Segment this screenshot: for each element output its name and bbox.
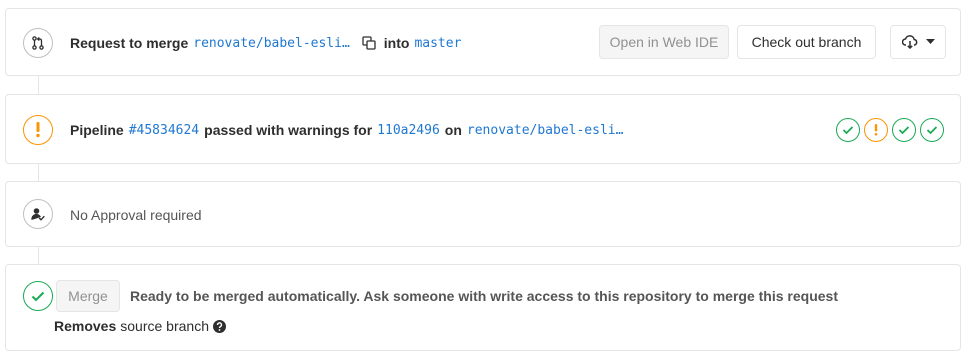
pipeline-card: Pipeline #45834624 passed with warnings … <box>5 94 961 164</box>
pipeline-stages <box>832 118 944 142</box>
on-label: on <box>444 122 462 138</box>
merge-request-prefix: Request to merge <box>70 35 189 51</box>
pipeline-status-text: passed with warnings for <box>204 122 373 138</box>
copy-branch-icon[interactable] <box>362 36 376 50</box>
stage-success-icon[interactable] <box>836 118 860 142</box>
commit-sha-link[interactable]: 110a2496 <box>377 123 440 138</box>
success-status-icon <box>23 281 53 311</box>
removes-label: Removes <box>54 318 117 334</box>
source-branch-link[interactable]: renovate/babel-esli… <box>193 36 350 51</box>
cloud-download-icon <box>901 35 918 49</box>
timeline-connector <box>38 246 39 264</box>
remove-source-branch-info: Removes source branch <box>54 317 226 335</box>
pipeline-summary: Pipeline #45834624 passed with warnings … <box>70 121 623 139</box>
merge-request-info-card: Request to merge renovate/babel-esli… in… <box>5 8 961 76</box>
pipeline-id-link[interactable]: #45834624 <box>129 123 199 138</box>
merge-card: Merge Ready to be merged automatically. … <box>5 264 961 351</box>
stage-warning-icon[interactable] <box>864 118 888 142</box>
target-branch-link[interactable]: master <box>414 36 461 51</box>
pipeline-branch-link[interactable]: renovate/babel-esli… <box>467 123 624 138</box>
merge-request-icon <box>23 28 53 58</box>
timeline-connector <box>38 76 39 94</box>
approval-card: No Approval required <box>5 181 961 247</box>
stage-success-icon[interactable] <box>892 118 916 142</box>
check-out-branch-button[interactable]: Check out branch <box>737 25 876 59</box>
source-branch-label: source branch <box>120 318 209 334</box>
timeline-connector <box>38 163 39 181</box>
question-circle-icon[interactable] <box>212 319 226 333</box>
approval-user-icon <box>23 199 53 229</box>
pipeline-label: Pipeline <box>70 122 124 138</box>
warning-status-icon[interactable] <box>23 115 53 145</box>
stage-success-icon[interactable] <box>920 118 944 142</box>
open-in-web-ide-button[interactable]: Open in Web IDE <box>599 25 729 59</box>
chevron-down-icon <box>925 39 935 45</box>
download-dropdown-button[interactable] <box>890 25 946 59</box>
into-label: into <box>383 35 410 51</box>
merge-request-summary: Request to merge renovate/babel-esli… in… <box>70 34 461 52</box>
merge-status-text: Ready to be merged automatically. Ask so… <box>130 288 838 304</box>
approval-status-text: No Approval required <box>70 207 202 223</box>
merge-button[interactable]: Merge <box>56 280 120 312</box>
